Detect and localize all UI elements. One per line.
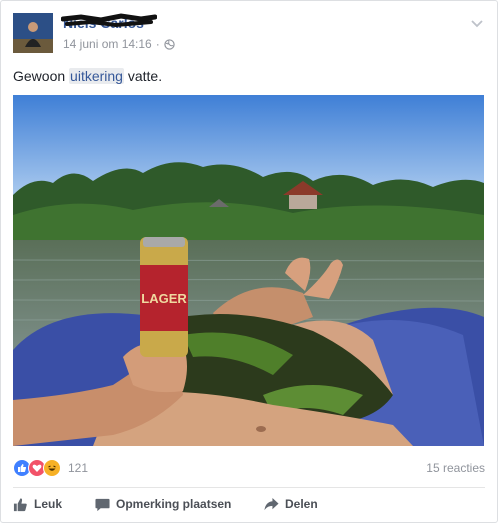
post-card: Niels Carlos 14 juni om 14:16 · Gewoon u… [0,0,498,523]
share-button[interactable]: Delen [264,497,318,512]
author-avatar[interactable] [13,13,53,53]
action-bar: Leuk Opmerking plaatsen Delen [13,491,485,517]
share-arrow-icon [264,497,279,510]
post-text: Gewoon uitkering vatte. [13,68,163,84]
post-header: Niels Carlos 14 juni om 14:16 · [13,13,485,55]
comment-button[interactable]: Opmerking plaatsen [95,497,231,512]
comment-count[interactable]: 15 reacties [426,461,485,475]
reactions-row: 121 15 reacties [13,457,485,479]
comment-icon [95,498,110,511]
haha-icon [43,459,61,477]
can-label: LAGER [141,291,187,306]
post-photo[interactable]: LAGER [13,95,484,446]
chevron-down-icon[interactable] [469,15,485,31]
like-button[interactable]: Leuk [13,497,62,512]
reaction-count[interactable]: 121 [68,461,88,475]
post-text-link[interactable]: uitkering [69,68,124,84]
share-button-label: Delen [285,497,318,511]
divider [13,487,485,488]
thumbs-up-icon [13,497,27,511]
redaction-scribble [61,13,157,28]
like-button-label: Leuk [34,497,63,511]
globe-icon[interactable] [164,38,175,50]
post-meta: 14 juni om 14:16 · [63,37,175,51]
reaction-icons[interactable] [13,459,61,477]
comment-button-label: Opmerking plaatsen [116,497,232,511]
post-timestamp[interactable]: 14 juni om 14:16 [63,37,152,51]
